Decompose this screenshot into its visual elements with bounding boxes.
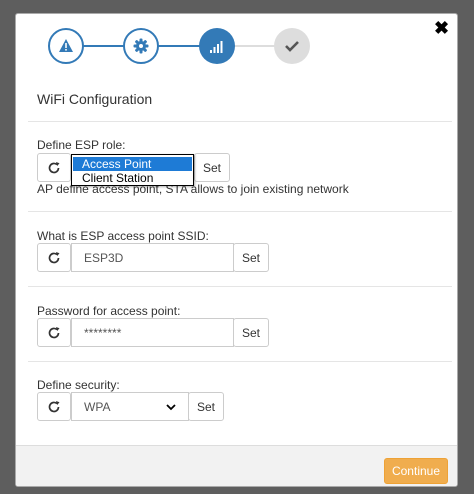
wifi-config-dialog: ✖ WiFi Configuration Define ESP role: Se… — [15, 13, 458, 487]
esp-role-label: Define ESP role: — [37, 138, 126, 152]
continue-button[interactable]: Continue — [384, 458, 448, 484]
esp-role-dropdown-list[interactable]: Access Point Client Station — [71, 154, 194, 186]
step-finish[interactable] — [274, 28, 310, 64]
divider — [28, 286, 452, 287]
step-settings[interactable] — [123, 28, 159, 64]
dialog-footer: Continue — [16, 445, 457, 486]
check-icon — [285, 41, 299, 52]
ssid-set-button[interactable]: Set — [233, 243, 269, 272]
dialog-title: WiFi Configuration — [37, 91, 153, 107]
ssid-refresh-button[interactable] — [37, 243, 71, 272]
security-set-button[interactable]: Set — [188, 392, 224, 421]
security-selected-value: WPA — [84, 399, 111, 414]
warning-icon — [59, 39, 73, 52]
esp-role-refresh-button[interactable] — [37, 153, 71, 182]
esp-role-option-access-point[interactable]: Access Point — [73, 157, 192, 171]
refresh-icon — [48, 400, 60, 412]
gear-icon — [133, 38, 149, 54]
close-icon[interactable]: ✖ — [434, 18, 449, 39]
security-label: Define security: — [37, 378, 120, 392]
password-set-button[interactable]: Set — [233, 318, 269, 347]
security-refresh-button[interactable] — [37, 392, 71, 421]
step-warning[interactable] — [48, 28, 84, 64]
step-wifi[interactable] — [199, 28, 235, 64]
esp-role-option-client-station[interactable]: Client Station — [72, 171, 193, 185]
esp-role-set-button[interactable]: Set — [194, 153, 230, 182]
security-select[interactable]: WPA — [71, 392, 189, 421]
chevron-down-icon — [166, 403, 176, 410]
password-input[interactable]: ******** — [71, 318, 234, 347]
divider — [28, 211, 452, 212]
signal-icon — [210, 41, 223, 53]
divider — [28, 361, 452, 362]
refresh-icon — [48, 161, 60, 173]
divider — [28, 121, 452, 122]
password-label: Password for access point: — [37, 304, 181, 318]
ssid-label: What is ESP access point SSID: — [37, 229, 209, 243]
refresh-icon — [48, 251, 60, 263]
password-refresh-button[interactable] — [37, 318, 71, 347]
ssid-input[interactable]: ESP3D — [71, 243, 234, 272]
refresh-icon — [48, 326, 60, 338]
